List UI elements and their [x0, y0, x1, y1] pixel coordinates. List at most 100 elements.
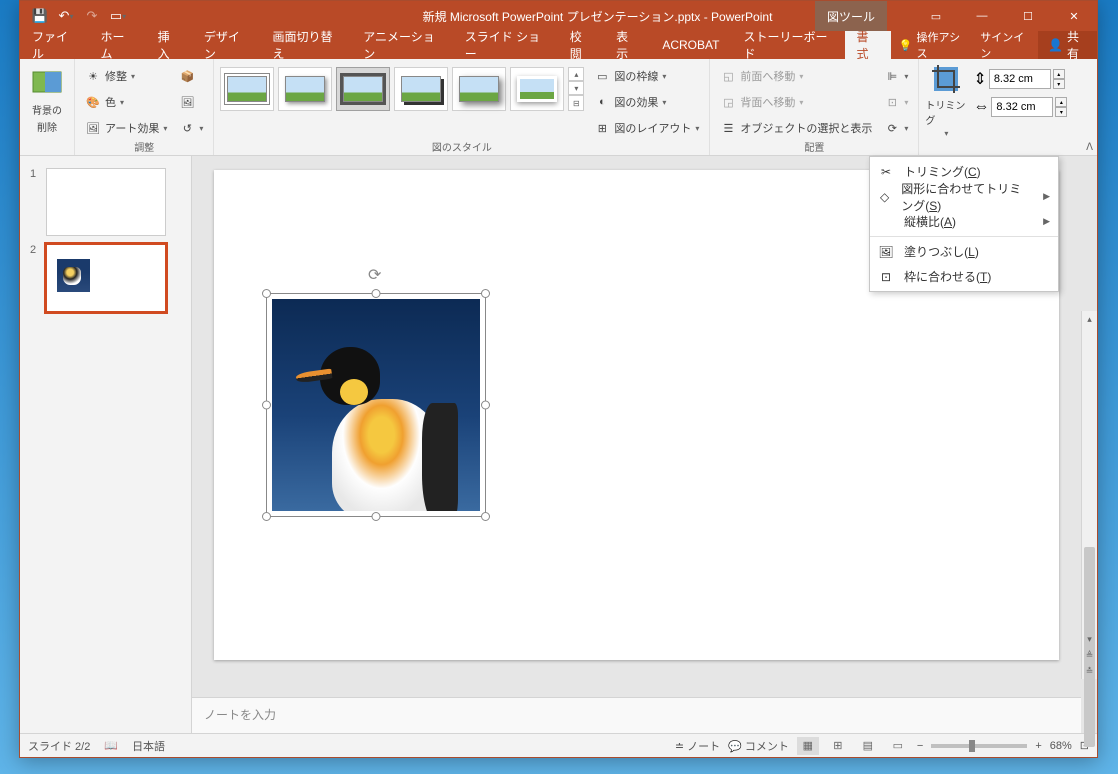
color-button[interactable]: 🎨色▾	[81, 91, 171, 113]
handle-tr[interactable]	[481, 289, 490, 298]
height-up[interactable]: ▴	[1053, 69, 1065, 79]
send-back-icon: ◲	[720, 94, 736, 110]
handle-tl[interactable]	[262, 289, 271, 298]
crop-to-shape-menu-item[interactable]: ◇図形に合わせてトリミング(S)▶	[870, 184, 1058, 209]
maximize-button[interactable]: ☐	[1005, 1, 1051, 31]
tab-file[interactable]: ファイル	[20, 31, 89, 59]
rotate-handle-icon[interactable]: ⟳	[368, 265, 384, 281]
notes-toggle[interactable]: ≐ ノート	[675, 738, 720, 754]
minimize-button[interactable]: —	[959, 1, 1005, 31]
artistic-icon: 🖼	[85, 120, 101, 136]
zoom-out-button[interactable]: −	[917, 740, 923, 752]
tab-design[interactable]: デザイン	[192, 31, 261, 59]
prev-slide-button[interactable]: ≜	[1082, 647, 1097, 663]
width-up[interactable]: ▴	[1055, 97, 1067, 107]
save-button[interactable]: 💾	[28, 5, 52, 27]
height-down[interactable]: ▾	[1053, 79, 1065, 89]
slideshow-view-button[interactable]: ▭	[887, 737, 909, 755]
height-input[interactable]: 8.32 cm	[989, 69, 1051, 89]
styles-group-label: 図のスタイル	[220, 139, 703, 154]
ribbon-options-button[interactable]: ▭	[913, 1, 959, 31]
style-1[interactable]	[220, 67, 274, 111]
crop-button[interactable]: トリミング▾	[925, 63, 967, 138]
tab-review[interactable]: 校閲	[558, 31, 604, 59]
artistic-effects-button[interactable]: 🖼アート効果▾	[81, 117, 171, 139]
thumb-slide-2[interactable]	[46, 244, 166, 312]
notes-pane[interactable]: ノートを入力	[192, 697, 1081, 733]
tell-me[interactable]: 💡操作アシス	[891, 31, 972, 59]
width-input[interactable]: 8.32 cm	[991, 97, 1053, 117]
fit-icon: ⊡	[878, 269, 894, 285]
zoom-level[interactable]: 68%	[1050, 740, 1072, 752]
slide-indicator[interactable]: スライド 2/2	[28, 738, 90, 754]
tab-acrobat[interactable]: ACROBAT	[650, 31, 731, 59]
remove-background-button[interactable]: 背景の削除	[26, 63, 68, 138]
corrections-button[interactable]: ☀修整▾	[81, 65, 171, 87]
scroll-down[interactable]: ▾	[1082, 631, 1097, 647]
selection-pane-button[interactable]: ☰オブジェクトの選択と表示	[716, 117, 876, 139]
handle-b[interactable]	[372, 512, 381, 521]
start-from-beginning-button[interactable]: ▭▾	[106, 5, 130, 27]
fit-menu-item[interactable]: ⊡枠に合わせる(T)	[870, 264, 1058, 289]
spellcheck-icon[interactable]: 📖	[104, 739, 118, 752]
height-icon: ⇕	[973, 69, 986, 89]
zoom-slider[interactable]	[931, 744, 1027, 748]
picture-styles-gallery: ▴ ▾ ⊟	[220, 63, 584, 139]
sorter-view-button[interactable]: ⊞	[827, 737, 849, 755]
undo-button[interactable]: ↶▾	[54, 5, 78, 27]
redo-button[interactable]: ↷	[80, 5, 104, 27]
group-button[interactable]: ⊡▾	[880, 91, 912, 113]
zoom-in-button[interactable]: +	[1035, 740, 1041, 752]
style-2[interactable]	[278, 67, 332, 111]
style-6[interactable]	[510, 67, 564, 111]
handle-bl[interactable]	[262, 512, 271, 521]
vertical-scrollbar[interactable]: ▴ ▾ ≜ ≛	[1081, 311, 1097, 679]
tab-insert[interactable]: 挿入	[146, 31, 192, 59]
handle-r[interactable]	[481, 401, 490, 410]
bring-forward-button[interactable]: ◱前面へ移動▾	[716, 65, 876, 87]
handle-t[interactable]	[372, 289, 381, 298]
inserted-picture[interactable]: ⟳	[272, 299, 480, 511]
compress-pictures-button[interactable]: 📦	[175, 65, 207, 87]
tab-format[interactable]: 書式	[845, 31, 891, 59]
thumb-slide-1[interactable]	[46, 168, 166, 236]
language-indicator[interactable]: 日本語	[132, 738, 165, 754]
handle-l[interactable]	[262, 401, 271, 410]
gallery-more[interactable]: ⊟	[568, 95, 584, 111]
align-button[interactable]: ⊫▾	[880, 65, 912, 87]
tab-storyboard[interactable]: ストーリーボード	[731, 31, 844, 59]
scroll-up[interactable]: ▴	[1082, 311, 1097, 327]
reset-icon: ↺	[179, 120, 195, 136]
normal-view-button[interactable]: ▦	[797, 737, 819, 755]
send-backward-button[interactable]: ◲背面へ移動▾	[716, 91, 876, 113]
style-3[interactable]	[336, 67, 390, 111]
tab-animations[interactable]: アニメーション	[351, 31, 453, 59]
arrange-group-label: 配置	[716, 139, 912, 154]
tab-home[interactable]: ホーム	[89, 31, 146, 59]
picture-effects-button[interactable]: ◐図の効果▾	[590, 91, 703, 113]
gallery-down[interactable]: ▾	[568, 81, 584, 95]
handle-br[interactable]	[481, 512, 490, 521]
rotate-button[interactable]: ⟳▾	[880, 117, 912, 139]
collapse-ribbon-button[interactable]: ᐱ	[1086, 142, 1093, 153]
tab-transitions[interactable]: 画面切り替え	[260, 31, 351, 59]
reading-view-button[interactable]: ▤	[857, 737, 879, 755]
reset-picture-button[interactable]: ↺▾	[175, 117, 207, 139]
style-4[interactable]	[394, 67, 448, 111]
signin-button[interactable]: サインイン	[972, 31, 1038, 59]
tab-slideshow[interactable]: スライド ショー	[453, 31, 558, 59]
picture-layout-button[interactable]: ⊞図のレイアウト▾	[590, 117, 703, 139]
width-down[interactable]: ▾	[1055, 107, 1067, 117]
gallery-up[interactable]: ▴	[568, 67, 584, 81]
style-5[interactable]	[452, 67, 506, 111]
share-button[interactable]: 👤共有	[1038, 31, 1097, 59]
close-button[interactable]: ✕	[1051, 1, 1097, 31]
crop-icon	[930, 63, 962, 95]
fill-menu-item[interactable]: 🖼塗りつぶし(L)	[870, 239, 1058, 264]
picture-border-button[interactable]: ▭図の枠線▾	[590, 65, 703, 87]
comments-toggle[interactable]: 💬 コメント	[728, 738, 789, 754]
next-slide-button[interactable]: ≛	[1082, 663, 1097, 679]
compress-icon: 📦	[179, 68, 195, 84]
tab-view[interactable]: 表示	[604, 31, 650, 59]
change-picture-button[interactable]: 🖼	[175, 91, 207, 113]
